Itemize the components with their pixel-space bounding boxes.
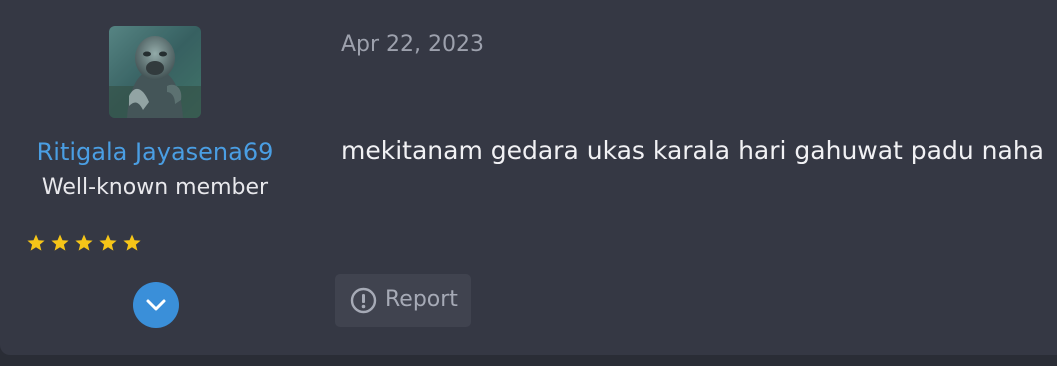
message-post: Ritigala Jayasena69 Well-known member Ap…	[0, 0, 1057, 355]
star-icon	[123, 234, 141, 251]
author-title: Well-known member	[41, 175, 269, 200]
report-button[interactable]: Report	[335, 274, 471, 327]
expand-author-button[interactable]	[133, 282, 179, 328]
star-icon	[51, 234, 69, 251]
gorilla-avatar-image	[109, 26, 201, 118]
star-rating	[26, 233, 142, 257]
chevron-down-icon	[146, 299, 166, 311]
exclamation-circle-icon	[350, 287, 377, 314]
star-icon	[75, 234, 93, 251]
star-icon	[99, 234, 117, 251]
report-label: Report	[385, 287, 458, 312]
post-date[interactable]: Apr 22, 2023	[341, 30, 484, 60]
author-name[interactable]: Ritigala Jayasena69	[0, 136, 310, 168]
post-message: mekitanam gedara ukas karala hari gahuwa…	[341, 136, 1044, 165]
star-icon	[27, 234, 45, 251]
user-avatar[interactable]	[109, 26, 201, 118]
